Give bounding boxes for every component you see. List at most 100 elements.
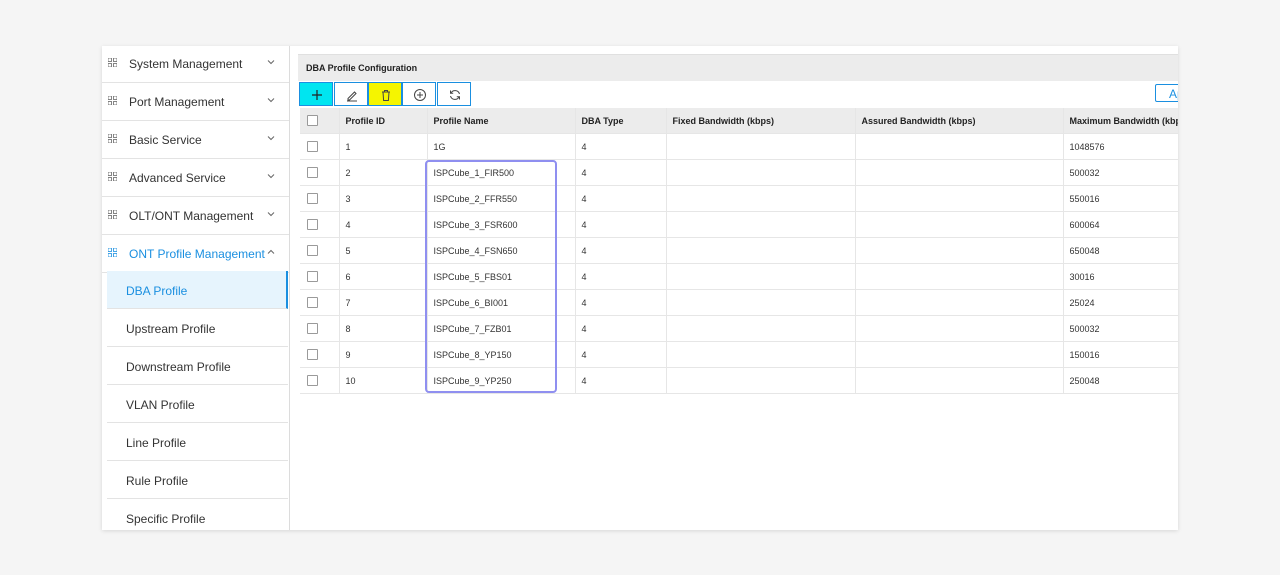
row-checkbox[interactable] xyxy=(307,323,318,335)
profile-name-cell: ISPCube_4_FSN650 xyxy=(427,237,576,264)
row-checkbox[interactable] xyxy=(307,271,318,283)
row-checkbox[interactable] xyxy=(307,141,318,153)
assured-bandwidth-cell xyxy=(855,237,1064,264)
assured-bandwidth-cell xyxy=(855,133,1064,160)
row-select-cell xyxy=(300,211,340,238)
fixed-bandwidth-cell xyxy=(666,159,856,186)
row-checkbox[interactable] xyxy=(307,349,318,361)
sidebar-item-system-management[interactable]: System Management xyxy=(102,46,289,83)
assured-bandwidth-cell xyxy=(855,367,1064,394)
assured-bandwidth-cell xyxy=(855,185,1064,212)
column-header-maximum-bandwidth[interactable]: Maximum Bandwidth (kbps) xyxy=(1063,108,1178,134)
sidebar-item-label: System Management xyxy=(129,57,243,71)
column-header-fixed-bandwidth[interactable]: Fixed Bandwidth (kbps) xyxy=(666,108,856,134)
profile-name-cell: ISPCube_7_FZB01 xyxy=(427,315,576,342)
fixed-bandwidth-cell xyxy=(666,133,856,160)
profile-id-cell: 2 xyxy=(339,159,428,186)
submenu-item-label: VLAN Profile xyxy=(126,398,195,412)
submenu-item-downstream-profile[interactable]: Downstream Profile xyxy=(107,347,288,385)
grid-icon xyxy=(108,58,117,67)
row-checkbox[interactable] xyxy=(307,167,318,179)
sidebar-item-basic-service[interactable]: Basic Service xyxy=(102,122,289,159)
submenu-item-dba-profile[interactable]: DBA Profile xyxy=(107,271,288,309)
sidebar-item-ont-profile-management[interactable]: ONT Profile Management xyxy=(102,236,289,273)
table-row[interactable]: 2 ISPCube_1_FIR500 4 500032 xyxy=(300,159,1178,186)
table-row[interactable]: 5 ISPCube_4_FSN650 4 650048 xyxy=(300,237,1178,264)
table-row[interactable]: 3 ISPCube_2_FFR550 4 550016 xyxy=(300,185,1178,212)
apply-button[interactable]: Ap xyxy=(1155,84,1178,102)
grid-icon xyxy=(108,96,117,105)
sidebar-item-olt-ont-management[interactable]: OLT/ONT Management xyxy=(102,198,289,235)
sidebar-item-label: Basic Service xyxy=(129,133,202,147)
circle-plus-icon xyxy=(414,89,426,101)
table-row[interactable]: 10 ISPCube_9_YP250 4 250048 xyxy=(300,367,1178,394)
table-row[interactable]: 4 ISPCube_3_FSR600 4 600064 xyxy=(300,211,1178,238)
dba-type-cell: 4 xyxy=(575,367,667,394)
fixed-bandwidth-cell xyxy=(666,211,856,238)
assured-bandwidth-cell xyxy=(855,289,1064,316)
dba-type-cell: 4 xyxy=(575,263,667,290)
table-row[interactable]: 1 1G 4 1048576 xyxy=(300,133,1178,160)
submenu-item-label: Downstream Profile xyxy=(126,360,231,374)
sidebar-item-label: Port Management xyxy=(129,95,225,109)
fixed-bandwidth-cell xyxy=(666,263,856,290)
table-row[interactable]: 7 ISPCube_6_BI001 4 25024 xyxy=(300,289,1178,316)
column-header-dba-type[interactable]: DBA Type xyxy=(575,108,667,134)
column-header-profile-id[interactable]: Profile ID xyxy=(339,108,428,134)
table-row[interactable]: 9 ISPCube_8_YP150 4 150016 xyxy=(300,341,1178,368)
main-content: DBA Profile Configuration Ap xyxy=(298,46,1178,530)
trash-icon xyxy=(382,90,390,101)
dba-type-cell: 4 xyxy=(575,341,667,368)
profile-name-cell: ISPCube_6_BI001 xyxy=(427,289,576,316)
row-checkbox[interactable] xyxy=(307,375,318,387)
dba-type-cell: 4 xyxy=(575,237,667,264)
profile-name-cell: 1G xyxy=(427,133,576,160)
chevron-down-icon xyxy=(267,98,275,103)
select-all-checkbox[interactable] xyxy=(307,115,318,127)
max-bandwidth-cell: 25024 xyxy=(1063,289,1178,316)
row-checkbox[interactable] xyxy=(307,245,318,257)
submenu-item-upstream-profile[interactable]: Upstream Profile xyxy=(107,309,288,347)
chevron-down-icon xyxy=(267,60,275,65)
submenu-item-vlan-profile[interactable]: VLAN Profile xyxy=(107,385,288,423)
profile-id-cell: 3 xyxy=(339,185,428,212)
max-bandwidth-cell: 600064 xyxy=(1063,211,1178,238)
grid-icon xyxy=(108,172,117,181)
add-button[interactable] xyxy=(299,82,333,106)
dba-type-cell: 4 xyxy=(575,159,667,186)
assured-bandwidth-cell xyxy=(855,159,1064,186)
column-header-profile-name[interactable]: Profile Name xyxy=(427,108,576,134)
sidebar-item-advanced-service[interactable]: Advanced Service xyxy=(102,160,289,197)
table-row[interactable]: 6 ISPCube_5_FBS01 4 30016 xyxy=(300,263,1178,290)
row-select-cell xyxy=(300,159,340,186)
profile-id-cell: 10 xyxy=(339,367,428,394)
profile-id-cell: 8 xyxy=(339,315,428,342)
refresh-button[interactable] xyxy=(437,82,471,106)
assured-bandwidth-cell xyxy=(855,263,1064,290)
profile-name-cell: ISPCube_8_YP150 xyxy=(427,341,576,368)
table-row[interactable]: 8 ISPCube_7_FZB01 4 500032 xyxy=(300,315,1178,342)
fixed-bandwidth-cell xyxy=(666,367,856,394)
edit-button[interactable] xyxy=(334,82,368,106)
table-header-row: Profile ID Profile Name DBA Type Fixed B… xyxy=(300,108,1178,134)
profile-id-cell: 6 xyxy=(339,263,428,290)
sidebar-item-port-management[interactable]: Port Management xyxy=(102,84,289,121)
submenu-item-label: Upstream Profile xyxy=(126,322,216,336)
row-checkbox[interactable] xyxy=(307,219,318,231)
submenu-item-line-profile[interactable]: Line Profile xyxy=(107,423,288,461)
add-circle-button[interactable] xyxy=(402,82,436,106)
delete-button[interactable] xyxy=(368,82,402,106)
submenu-item-specific-profile[interactable]: Specific Profile xyxy=(107,499,288,530)
column-header-assured-bandwidth[interactable]: Assured Bandwidth (kbps) xyxy=(855,108,1064,134)
submenu-item-label: Rule Profile xyxy=(126,474,189,488)
chevron-down-icon xyxy=(267,174,275,179)
profile-id-cell: 9 xyxy=(339,341,428,368)
submenu-item-rule-profile[interactable]: Rule Profile xyxy=(107,461,288,499)
row-select-cell xyxy=(300,237,340,264)
row-checkbox[interactable] xyxy=(307,297,318,309)
assured-bandwidth-cell xyxy=(855,211,1064,238)
max-bandwidth-cell: 30016 xyxy=(1063,263,1178,290)
sidebar-item-label: OLT/ONT Management xyxy=(129,209,254,223)
row-checkbox[interactable] xyxy=(307,193,318,205)
max-bandwidth-cell: 500032 xyxy=(1063,159,1178,186)
